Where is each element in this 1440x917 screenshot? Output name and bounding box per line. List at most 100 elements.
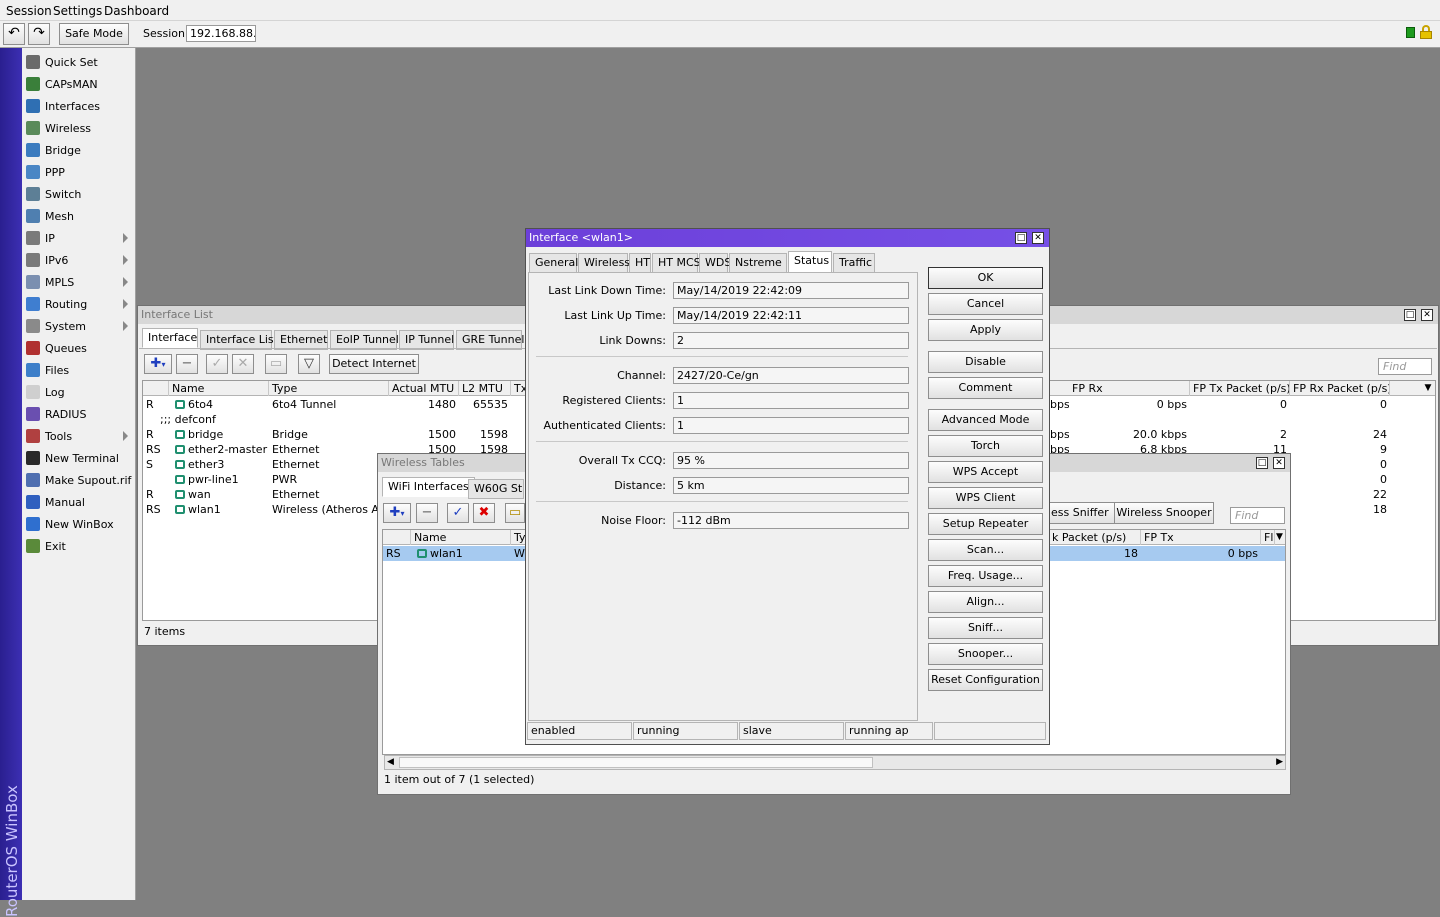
sidebar-item-make-supout-rif[interactable]: Make Supout.rif <box>22 470 136 492</box>
apply-button[interactable]: Apply <box>928 319 1043 341</box>
column-header[interactable]: Type <box>269 381 389 396</box>
tab-nstreme[interactable]: Nstreme <box>729 253 787 273</box>
sidebar-item-new-winbox[interactable]: New WinBox <box>22 514 136 536</box>
sidebar-item-ipv6[interactable]: IPv6 <box>22 250 136 272</box>
comment-button[interactable]: ▭ <box>505 503 525 523</box>
column-header[interactable]: k Packet (p/s) <box>1049 530 1141 545</box>
torch-button[interactable]: Torch <box>928 435 1043 457</box>
tab-wifi-interfaces[interactable]: WiFi Interfaces <box>382 477 475 497</box>
disable-button[interactable]: Disable <box>928 351 1043 373</box>
sidebar-item-capsman[interactable]: CAPsMAN <box>22 74 136 96</box>
sidebar-item-switch[interactable]: Switch <box>22 184 136 206</box>
redo-button[interactable]: ↷ <box>28 23 50 45</box>
column-header[interactable]: FP Tx <box>1141 530 1261 545</box>
tab-ethernet[interactable]: Ethernet <box>274 330 328 350</box>
tab-wds[interactable]: WDS <box>699 253 731 273</box>
column-header[interactable]: FP Tx Packet (p/s) <box>1190 381 1290 396</box>
remove-button[interactable]: − <box>176 354 198 374</box>
wps-accept-button[interactable]: WPS Accept <box>928 461 1043 483</box>
sidebar-item-radius[interactable]: RADIUS <box>22 404 136 426</box>
session-field[interactable]: 192.168.88.1 <box>186 25 256 42</box>
sidebar-item-mpls[interactable]: MPLS <box>22 272 136 294</box>
sidebar-item-exit[interactable]: Exit <box>22 536 136 558</box>
menu-settings[interactable]: Settings <box>53 4 102 18</box>
add-button[interactable]: ✚▾ <box>144 354 172 374</box>
column-flags[interactable] <box>143 381 169 396</box>
tab-wireless[interactable]: Wireless <box>578 253 630 273</box>
disable-button[interactable]: ✕ <box>232 354 254 374</box>
sidebar-item-manual[interactable]: Manual <box>22 492 136 514</box>
tab-ht[interactable]: HT <box>629 253 651 273</box>
sidebar-item-tools[interactable]: Tools <box>22 426 136 448</box>
filter-button[interactable]: ▽ <box>298 354 320 374</box>
close-icon[interactable]: ✕ <box>1273 457 1285 469</box>
undo-button[interactable]: ↶ <box>3 23 25 45</box>
access-sniffer-button[interactable]: ess Sniffer <box>1048 502 1116 524</box>
maximize-icon[interactable]: □ <box>1015 232 1027 244</box>
advanced-mode-button[interactable]: Advanced Mode <box>928 409 1043 431</box>
sidebar-item-quick-set[interactable]: Quick Set <box>22 52 136 74</box>
sidebar-item-files[interactable]: Files <box>22 360 136 382</box>
sidebar-item-system[interactable]: System <box>22 316 136 338</box>
sidebar-item-routing[interactable]: Routing <box>22 294 136 316</box>
sidebar-item-wireless[interactable]: Wireless <box>22 118 136 140</box>
sniff-button[interactable]: Sniff... <box>928 617 1043 639</box>
sidebar-item-ppp[interactable]: PPP <box>22 162 136 184</box>
sidebar-item-ip[interactable]: IP <box>22 228 136 250</box>
column-header[interactable]: Actual MTU <box>389 381 459 396</box>
scroll-right-icon[interactable]: ▶ <box>1276 757 1283 767</box>
sidebar-item-log[interactable]: Log <box>22 382 136 404</box>
tab-eoip-tunnel[interactable]: EoIP Tunnel <box>330 330 399 350</box>
cancel-button[interactable]: Cancel <box>928 293 1043 315</box>
tab-ip-tunnel[interactable]: IP Tunnel <box>399 330 454 350</box>
tab-ht-mcs[interactable]: HT MCS <box>652 253 701 273</box>
reset-configuration-button[interactable]: Reset Configuration <box>928 669 1043 691</box>
column-header[interactable]: Name <box>169 381 269 396</box>
tab-status[interactable]: Status <box>788 251 832 273</box>
enable-button[interactable]: ✓ <box>206 354 228 374</box>
wps-client-button[interactable]: WPS Client <box>928 487 1043 509</box>
comment-button[interactable]: Comment <box>928 377 1043 399</box>
remove-button[interactable]: − <box>416 503 438 523</box>
column-header[interactable]: L2 MTU <box>459 381 511 396</box>
column-header[interactable]: FP Rx Packet (p/s) <box>1290 381 1390 396</box>
ok-button[interactable]: OK <box>928 267 1043 289</box>
column-chooser-icon[interactable]: ▼ <box>1273 530 1285 545</box>
find-input[interactable]: Find <box>1378 358 1432 375</box>
scan-button[interactable]: Scan... <box>928 539 1043 561</box>
maximize-icon[interactable]: □ <box>1256 457 1268 469</box>
column-chooser-icon[interactable]: ▼ <box>1421 381 1435 396</box>
tab-gre-tunnel[interactable]: GRE Tunnel <box>456 330 524 350</box>
sidebar-item-interfaces[interactable]: Interfaces <box>22 96 136 118</box>
tab-interface[interactable]: Interface <box>142 328 198 348</box>
sidebar-item-new-terminal[interactable]: New Terminal <box>22 448 136 470</box>
column-flags[interactable] <box>383 530 411 545</box>
safe-mode-button[interactable]: Safe Mode <box>59 23 129 45</box>
maximize-icon[interactable]: □ <box>1404 309 1416 321</box>
disable-button[interactable]: ✖ <box>473 503 495 523</box>
add-button[interactable]: ✚▾ <box>383 503 411 523</box>
enable-button[interactable]: ✓ <box>447 503 469 523</box>
horizontal-scrollbar[interactable]: ◀ ▶ <box>384 755 1286 770</box>
close-icon[interactable]: ✕ <box>1032 232 1044 244</box>
close-icon[interactable]: ✕ <box>1421 309 1433 321</box>
menu-session[interactable]: Session <box>6 4 52 18</box>
comment-button[interactable]: ▭ <box>265 354 287 374</box>
tab-w60g-station[interactable]: W60G Stat <box>468 479 524 499</box>
align-button[interactable]: Align... <box>928 591 1043 613</box>
snooper-button[interactable]: Snooper... <box>928 643 1043 665</box>
setup-repeater-button[interactable]: Setup Repeater <box>928 513 1043 535</box>
menu-dashboard[interactable]: Dashboard <box>104 4 169 18</box>
detect-internet-button[interactable]: Detect Internet <box>329 354 419 374</box>
scrollbar-thumb[interactable] <box>399 757 873 768</box>
column-header[interactable]: FP Rx <box>1069 381 1190 396</box>
tab-traffic[interactable]: Traffic <box>833 253 875 273</box>
find-input[interactable]: Find <box>1230 507 1285 524</box>
wireless-snooper-button[interactable]: Wireless Snooper <box>1114 502 1214 524</box>
freq-usage-button[interactable]: Freq. Usage... <box>928 565 1043 587</box>
tab-interface-list[interactable]: Interface List <box>200 330 278 350</box>
sidebar-item-bridge[interactable]: Bridge <box>22 140 136 162</box>
scroll-left-icon[interactable]: ◀ <box>387 757 394 767</box>
tab-general[interactable]: General <box>529 253 578 273</box>
sidebar-item-mesh[interactable]: Mesh <box>22 206 136 228</box>
